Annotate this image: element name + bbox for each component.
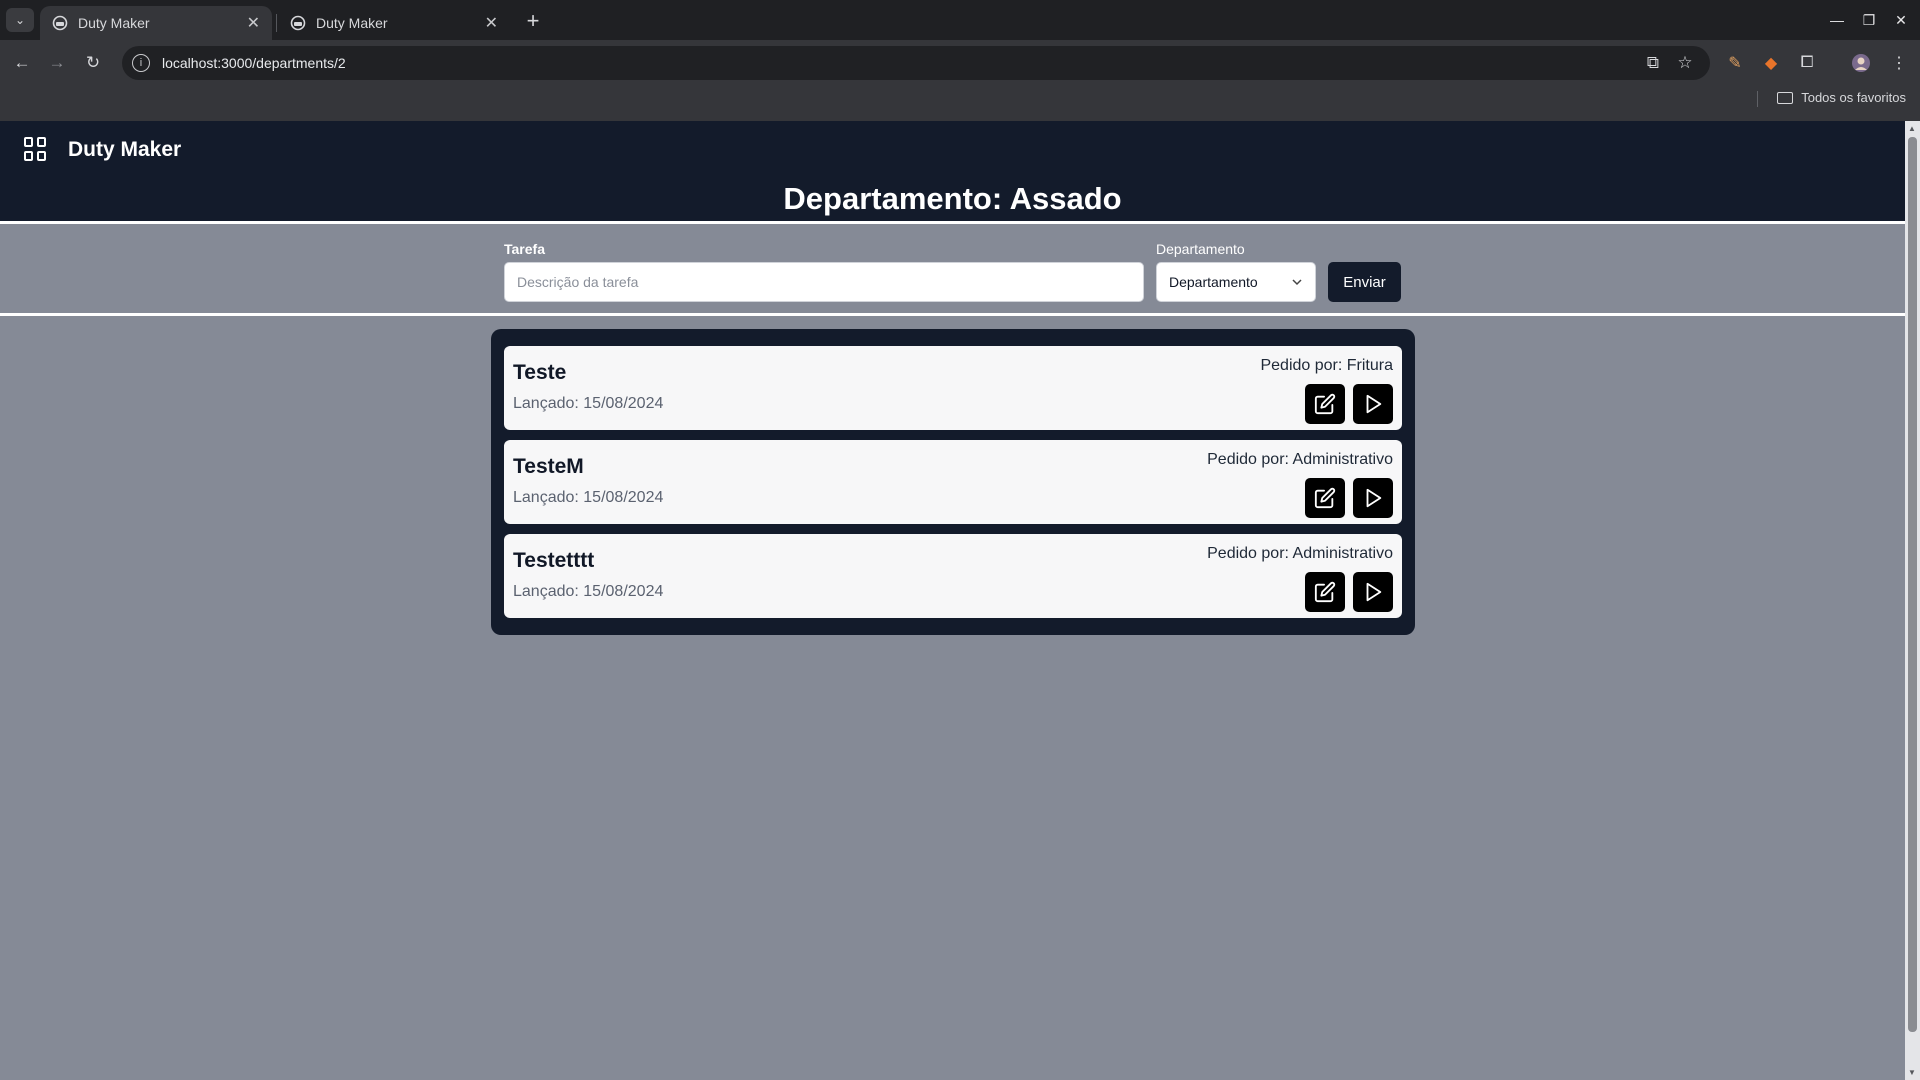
task-field-label: Tarefa [504,241,545,257]
play-button[interactable] [1353,572,1393,612]
bookmark-star-icon[interactable]: ☆ [1672,50,1698,76]
edit-button[interactable] [1305,478,1345,518]
address-bar[interactable]: i localhost:3000/departments/2 [122,46,1710,80]
task-card: TesteM Lançado: 15/08/2024 Pedido por: A… [504,440,1402,524]
puzzle-icon[interactable]: ⧠ [1794,50,1820,76]
forward-icon[interactable]: → [43,50,71,76]
edit-icon [1314,581,1336,603]
task-date: Lançado: 15/08/2024 [513,489,664,506]
task-card: Teste Lançado: 15/08/2024 Pedido por: Fr… [504,346,1402,430]
scroll-down-icon[interactable]: ▼ [1908,1068,1916,1077]
task-description-input[interactable] [504,262,1144,302]
task-list: Teste Lançado: 15/08/2024 Pedido por: Fr… [491,329,1415,635]
favicon-icon [52,15,68,31]
site-info-icon[interactable]: i [132,54,150,72]
browser-tab-strip: ⌄ Duty Maker ✕ Duty Maker ✕ + — ❐ ✕ [0,0,1920,40]
task-card: Testetttt Lançado: 15/08/2024 Pedido por… [504,534,1402,618]
reload-icon[interactable]: ↻ [79,50,107,76]
bookmarks-label: Todos os favoritos [1801,90,1906,105]
tab-search-icon[interactable]: ⌄ [6,8,34,32]
submit-button[interactable]: Enviar [1328,262,1401,302]
task-form: Tarefa Departamento Departamento Enviar [0,221,1905,316]
scrollbar-thumb[interactable] [1908,137,1917,1032]
task-date: Lançado: 15/08/2024 [513,395,664,412]
edit-icon [1314,393,1336,415]
new-tab-icon[interactable]: + [520,8,546,34]
close-icon[interactable]: ✕ [485,13,498,33]
department-select-value: Departamento [1169,274,1258,290]
minimize-icon[interactable]: — [1822,8,1852,32]
play-button[interactable] [1353,478,1393,518]
window-close-icon[interactable]: ✕ [1886,8,1916,32]
address-url[interactable]: localhost:3000/departments/2 [162,55,346,71]
edit-icon [1314,487,1336,509]
bookmarks-all[interactable]: Todos os favoritos [1777,90,1906,105]
brand-title[interactable]: Duty Maker [68,138,181,162]
department-select[interactable]: Departamento [1156,262,1316,302]
scroll-up-icon[interactable]: ▲ [1908,124,1916,133]
task-requested-by: Pedido por: Administrativo [1207,451,1393,468]
extension-icon[interactable]: ✎ [1722,50,1748,76]
department-field-label: Departamento [1156,241,1245,257]
extension-icon[interactable]: ◆ [1758,50,1784,76]
browser-tab-active[interactable]: Duty Maker ✕ [40,6,272,40]
close-icon[interactable]: ✕ [247,13,260,33]
tab-title: Duty Maker [78,15,150,31]
play-button[interactable] [1353,384,1393,424]
task-date: Lançado: 15/08/2024 [513,583,664,600]
browser-tab-inactive[interactable]: Duty Maker ✕ [278,6,510,40]
folder-icon [1777,91,1794,104]
task-name: Testetttt [513,549,595,572]
restore-icon[interactable]: ❐ [1854,8,1884,32]
edit-button[interactable] [1305,384,1345,424]
open-external-icon[interactable]: ⧉ [1640,50,1666,76]
app-viewport: Duty Maker Departamento: Assado Tarefa D… [0,121,1905,1080]
tab-separator [276,14,277,32]
apps-grid-icon[interactable] [24,137,48,161]
play-icon [1366,394,1382,414]
more-menu-icon[interactable]: ⋮ [1886,50,1912,76]
play-icon [1366,488,1382,508]
profile-avatar[interactable] [1848,50,1874,76]
play-icon [1366,582,1382,602]
chevron-down-icon [1292,279,1302,286]
page-scrollbar[interactable]: ▲ ▼ [1905,121,1920,1080]
task-name: TesteM [513,455,584,478]
task-requested-by: Pedido por: Administrativo [1207,545,1393,562]
back-icon[interactable]: ← [8,50,36,76]
task-name: Teste [513,361,567,384]
bookmarks-separator [1757,91,1758,107]
app-header: Duty Maker Departamento: Assado [0,121,1905,221]
task-requested-by: Pedido por: Fritura [1260,357,1393,374]
tab-title: Duty Maker [316,15,388,31]
favicon-icon [290,15,306,31]
page-title: Departamento: Assado [783,181,1122,216]
edit-button[interactable] [1305,572,1345,612]
